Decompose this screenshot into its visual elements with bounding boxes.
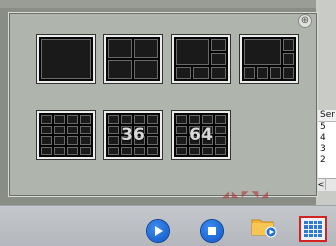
layout-cell [244, 67, 255, 79]
layout-cell [67, 115, 78, 124]
layout-cell [108, 146, 119, 155]
layout-cell [108, 136, 119, 145]
side-list-header[interactable]: Ser [318, 110, 336, 122]
layout-cell [202, 146, 213, 155]
layout-cell [176, 136, 187, 145]
layout-cell [134, 39, 158, 58]
layout-cell [121, 146, 132, 155]
layout-cell [121, 125, 132, 134]
layout-cell [244, 39, 281, 65]
layout-cell [202, 136, 213, 145]
layout-cell [121, 136, 132, 145]
layout-1-button[interactable] [36, 34, 96, 84]
layout-cell [202, 115, 213, 124]
pin-icon[interactable]: ⊕ [298, 14, 312, 28]
layout-cell [193, 67, 209, 79]
layout-4-button[interactable] [103, 34, 163, 84]
scroll-left-button[interactable]: < [317, 179, 326, 190]
layout-cell [41, 146, 52, 155]
layout-cell [41, 125, 52, 134]
layout-cell [283, 67, 294, 79]
layout-cell [134, 146, 145, 155]
horizontal-scrollbar[interactable]: < [317, 178, 336, 191]
layout-16-button[interactable] [36, 110, 96, 160]
layout-cell [80, 146, 91, 155]
layout-cell [147, 125, 158, 134]
list-item[interactable]: 2 [318, 155, 336, 166]
layout-cell [176, 146, 187, 155]
app-background-top [0, 0, 336, 8]
layout-cell [176, 125, 187, 134]
layout-cell [210, 53, 226, 65]
list-item[interactable]: 4 [318, 133, 336, 144]
layout-cell [176, 67, 192, 79]
layout-36-button[interactable]: 36 [103, 110, 163, 160]
layout-cell [54, 125, 65, 134]
layout-cell [210, 39, 226, 51]
layout-cell [80, 136, 91, 145]
layout-cell [270, 67, 281, 79]
layout-cell [67, 136, 78, 145]
layout-cell [134, 115, 145, 124]
layout-cell [283, 53, 294, 65]
layout-cell [67, 125, 78, 134]
layout-6-button[interactable] [171, 34, 231, 84]
layout-cell [257, 67, 268, 79]
layout-cell [215, 136, 226, 145]
play-button[interactable] [147, 220, 169, 242]
layout-cell [41, 39, 91, 79]
layout-cell [147, 136, 158, 145]
folder-playback-icon [251, 219, 277, 238]
layout-cell [215, 146, 226, 155]
play-icon [155, 226, 163, 236]
layout-cell [67, 146, 78, 155]
layout-cell [80, 125, 91, 134]
list-item[interactable]: 3 [318, 144, 336, 155]
layout-cell [176, 115, 187, 124]
layout-64-button[interactable]: 64 [171, 110, 231, 160]
layout-cell [54, 146, 65, 155]
layout-cell [41, 136, 52, 145]
layout-cell [215, 125, 226, 134]
list-item[interactable]: 5 [318, 122, 336, 133]
stop-icon [208, 227, 216, 235]
layout-cell [189, 125, 200, 134]
grid-layout-button[interactable] [299, 216, 327, 242]
layout-cell [210, 67, 226, 79]
layout-8-button[interactable] [239, 34, 299, 84]
layout-cell [202, 125, 213, 134]
layout-cell [283, 39, 294, 51]
layout-cell [108, 125, 119, 134]
layout-cell [147, 115, 158, 124]
layout-cell [134, 60, 158, 79]
layout-cell [176, 39, 209, 65]
layout-cell [147, 146, 158, 155]
layout-cell [54, 115, 65, 124]
stop-button[interactable] [201, 220, 223, 242]
faint-toolbar-icons: ◢ ◣ ◤ ◥ ◢ [222, 190, 269, 200]
layout-cell [121, 115, 132, 124]
layout-cell [134, 125, 145, 134]
layout-cell [134, 136, 145, 145]
layout-cell [108, 39, 132, 58]
layout-cell [215, 115, 226, 124]
side-list[interactable]: Ser 5 4 3 2 [317, 110, 336, 188]
folder-playback-button[interactable] [251, 216, 277, 238]
layout-cell [41, 115, 52, 124]
layout-cell [189, 136, 200, 145]
layout-cell [108, 60, 132, 79]
grid-layout-icon [304, 221, 308, 225]
layout-cell [54, 136, 65, 145]
layout-cell [108, 115, 119, 124]
layout-cell [189, 115, 200, 124]
layout-cell [189, 146, 200, 155]
layout-cell [80, 115, 91, 124]
